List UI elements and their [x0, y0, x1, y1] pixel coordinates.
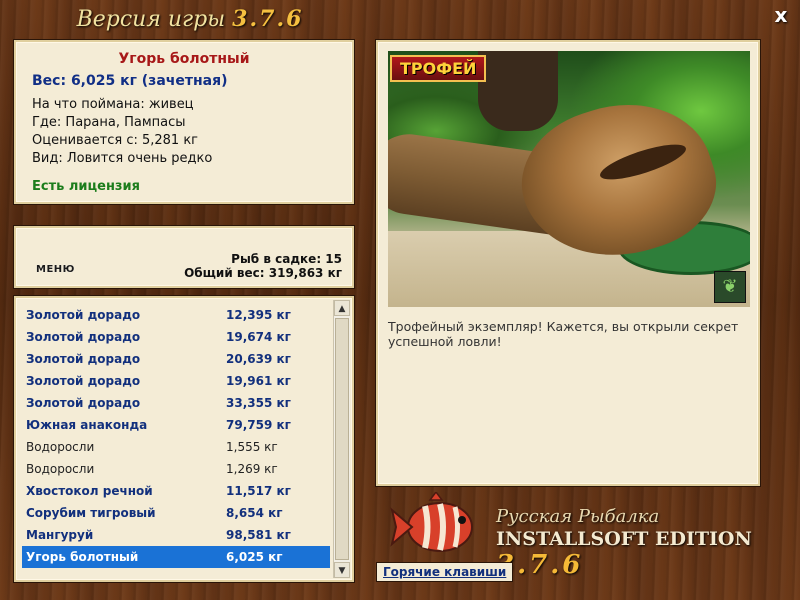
- catch-list-row[interactable]: Водоросли 1,555 кг: [22, 436, 330, 458]
- cage-stats: Рыб в садке: 15 Общий вес: 319,863 кг: [184, 252, 342, 280]
- catch-fish-name: Угорь болотный: [26, 550, 139, 564]
- close-button[interactable]: x: [770, 4, 792, 26]
- rated-from-info: Оценивается с: 5,281 кг: [32, 133, 199, 148]
- rarity-info: Вид: Ловится очень редко: [32, 151, 213, 166]
- catch-list-row[interactable]: Сорубим тигровый 8,654 кг: [22, 502, 330, 524]
- catch-fish-name: Хвостокол речной: [26, 484, 153, 498]
- catch-fish-name: Золотой дорадо: [26, 374, 141, 388]
- catch-list-row[interactable]: Водоросли 1,269 кг: [22, 458, 330, 480]
- catch-list[interactable]: Золотой дорадо 12,395 кг Золотой дорадо 19,…: [22, 304, 330, 574]
- location-info: Где: Парана, Пампасы: [32, 115, 186, 130]
- fish-count: Рыб в садке: 15: [231, 252, 342, 266]
- trophy-panel: ТРОФЕЙ ❦ Трофейный экземпляр! Кажется, в…: [376, 40, 760, 486]
- catch-fish-name: Золотой дорадо: [26, 396, 141, 410]
- catch-list-row[interactable]: Мангуруй 98,581 кг: [22, 524, 330, 546]
- catch-fish-weight: 20,639 кг: [226, 352, 291, 366]
- bait-info: На что поймана: живец: [32, 97, 194, 112]
- catch-list-row[interactable]: Золотой дорадо 12,395 кг: [22, 304, 330, 326]
- catch-fish-name: Водоросли: [26, 440, 95, 454]
- trophy-description: Трофейный экземпляр! Кажется, вы открыли…: [388, 319, 739, 349]
- fish-photo: ТРОФЕЙ ❦: [388, 51, 750, 307]
- logo-title: Русская Рыбалка: [496, 506, 660, 527]
- catch-fish-name: Мангуруй: [26, 528, 94, 542]
- catch-list-row[interactable]: Золотой дорадо 19,674 кг: [22, 326, 330, 348]
- list-scrollbar[interactable]: ▲ ▼: [333, 300, 350, 578]
- title-prefix: Версия игры: [76, 7, 226, 32]
- catch-fish-name: Южная анаконда: [26, 418, 148, 432]
- catch-list-row[interactable]: Золотой дорадо 33,355 кг: [22, 392, 330, 414]
- catch-fish-name: Водоросли: [26, 462, 95, 476]
- scroll-thumb[interactable]: [335, 318, 349, 560]
- total-weight: Общий вес: 319,863 кг: [184, 266, 342, 280]
- catch-fish-weight: 8,654 кг: [226, 506, 283, 520]
- fish-weight: Вес: 6,025 кг (зачетная): [32, 73, 228, 89]
- menu-button[interactable]: МЕНЮ: [36, 264, 75, 275]
- fish-info-panel: Угорь болотный Вес: 6,025 кг (зачетная) …: [14, 40, 354, 204]
- catch-fish-weight: 33,355 кг: [226, 396, 291, 410]
- catch-fish-weight: 6,025 кг: [226, 550, 283, 564]
- catch-fish-name: Сорубим тигровый: [26, 506, 156, 520]
- butterfly-icon[interactable]: ❦: [714, 271, 746, 303]
- trophy-badge: ТРОФЕЙ: [390, 55, 487, 82]
- logo-fish-icon: [390, 492, 473, 552]
- window-title: Версия игры 3.7.6: [0, 6, 380, 32]
- catch-fish-name: Золотой дорадо: [26, 352, 141, 366]
- logo-edition: INSTALLSOFT EDITION 3.7.6: [496, 528, 794, 580]
- catch-list-panel: Золотой дорадо 12,395 кг Золотой дорадо 19,…: [14, 296, 354, 582]
- hotkeys-button[interactable]: Горячие клавиши: [376, 562, 514, 582]
- catch-fish-weight: 79,759 кг: [226, 418, 291, 432]
- license-status: Есть лицензия: [32, 179, 140, 194]
- catch-fish-weight: 1,269 кг: [226, 462, 278, 476]
- catch-fish-name: Золотой дорадо: [26, 330, 141, 344]
- fish-name: Угорь болотный: [118, 51, 250, 67]
- catch-fish-weight: 19,961 кг: [226, 374, 291, 388]
- catch-list-row[interactable]: Угорь болотный 6,025 кг: [22, 546, 330, 568]
- catch-fish-weight: 12,395 кг: [226, 308, 291, 322]
- catch-fish-name: Золотой дорадо: [26, 308, 141, 322]
- scroll-down-icon[interactable]: ▼: [334, 562, 350, 578]
- catch-list-row[interactable]: Золотой дорадо 19,961 кг: [22, 370, 330, 392]
- title-version: 3.7.6: [232, 6, 304, 32]
- catch-fish-weight: 19,674 кг: [226, 330, 291, 344]
- cage-status-panel: МЕНЮ Рыб в садке: 15 Общий вес: 319,863 …: [14, 226, 354, 288]
- catch-fish-weight: 1,555 кг: [226, 440, 278, 454]
- catch-fish-weight: 11,517 кг: [226, 484, 291, 498]
- logo-edition-text: INSTALLSOFT EDITION: [496, 528, 752, 550]
- catch-list-row[interactable]: Хвостокол речной 11,517 кг: [22, 480, 330, 502]
- scroll-up-icon[interactable]: ▲: [334, 300, 350, 316]
- driftwood: [478, 51, 558, 131]
- catch-list-row[interactable]: Золотой дорадо 20,639 кг: [22, 348, 330, 370]
- catch-list-row[interactable]: Южная анаконда 79,759 кг: [22, 414, 330, 436]
- fish-details: На что поймана: живец Где: Парана, Пампа…: [32, 96, 336, 168]
- catch-fish-weight: 98,581 кг: [226, 528, 291, 542]
